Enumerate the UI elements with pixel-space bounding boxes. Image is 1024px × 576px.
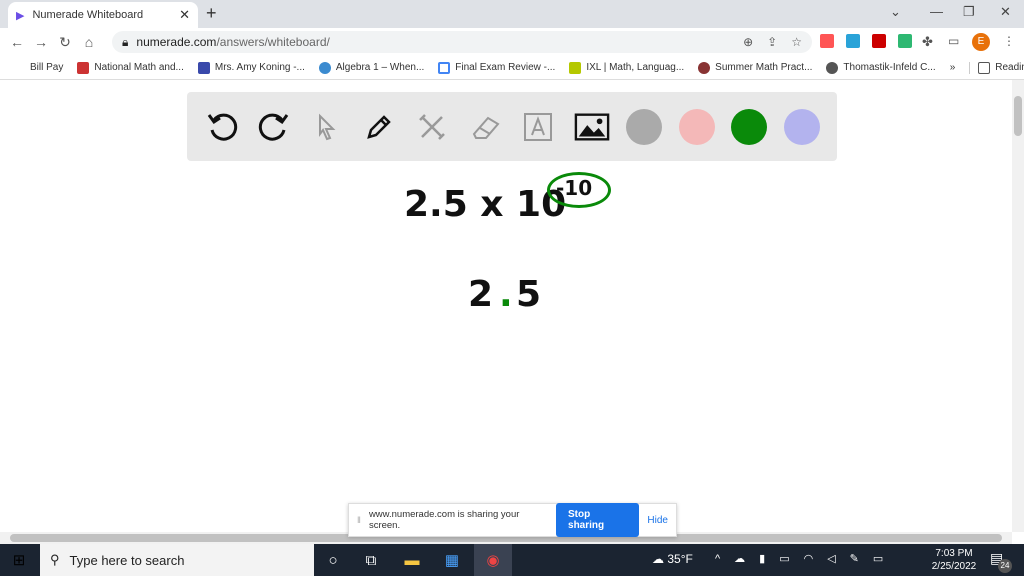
acrobat-extension-icon[interactable]	[872, 34, 886, 48]
url-host: numerade.com	[136, 35, 217, 49]
whiteboard-toolbar	[187, 92, 837, 161]
restore-button[interactable]: ❐	[963, 4, 975, 20]
wordpress-icon	[318, 61, 331, 74]
bookmark[interactable]: IXL | Math, Languag...	[569, 61, 685, 74]
taskbar-search[interactable]: ⚲ Type here to search	[40, 544, 314, 576]
bookmark[interactable]: Summer Math Pract...	[698, 61, 813, 74]
pen-icon[interactable]	[361, 109, 397, 145]
lock-icon: 🔒︎	[122, 34, 129, 49]
vertical-scroll-thumb[interactable]	[1014, 96, 1022, 136]
zoom-icon[interactable]: ⊕	[743, 35, 753, 49]
cortana-icon[interactable]: ○	[314, 544, 352, 576]
sharing-message: www.numerade.com is sharing your screen.	[368, 509, 520, 531]
forward-icon[interactable]: →	[29, 34, 53, 50]
color-swatch-pink[interactable]	[679, 109, 715, 145]
bookmark-favicon-icon	[438, 61, 451, 74]
handwritten-green-decimal: .	[499, 274, 513, 315]
screen-sharing-bar: ‖ www.numerade.com is sharing your scree…	[348, 503, 677, 537]
handwritten-exponent: -10	[556, 176, 593, 200]
bookmark-label: Mrs. Amy Koning -...	[214, 62, 305, 73]
bookmark-label: Summer Math Pract...	[715, 62, 813, 73]
bookmark[interactable]: Bill Pay	[30, 62, 63, 73]
file-explorer-icon[interactable]: ▬	[393, 544, 431, 576]
select-pointer-icon[interactable]	[308, 109, 344, 145]
color-swatch-lavender[interactable]	[784, 109, 820, 145]
reload-icon[interactable]: ↻	[53, 34, 77, 51]
bookmark-label: Final Exam Review -...	[455, 62, 556, 73]
windows-start-icon[interactable]: ⊞	[0, 544, 38, 576]
minimize-button[interactable]: —	[930, 4, 943, 19]
image-icon[interactable]	[574, 109, 610, 145]
weather-widget[interactable]: ☁ 35°F	[652, 552, 693, 566]
store-icon[interactable]: ▦	[433, 544, 471, 576]
extensions-puzzle-icon[interactable]: ✤	[922, 34, 936, 49]
ixl-icon	[569, 61, 582, 74]
bookmark-favicon-icon	[77, 61, 90, 74]
stop-sharing-button[interactable]: Stop sharing	[556, 503, 640, 537]
reading-list-label: Reading list	[995, 62, 1024, 73]
globe-icon	[826, 61, 839, 74]
bookmark-label: Algebra 1 – When...	[335, 62, 425, 73]
back-icon[interactable]: ←	[5, 34, 29, 50]
bookmark[interactable]: Algebra 1 – When...	[318, 61, 425, 74]
profile-avatar[interactable]: E	[972, 33, 990, 51]
notification-count-badge: 24	[998, 559, 1012, 573]
bookmark[interactable]: Final Exam Review -...	[438, 61, 556, 74]
drag-handle-icon[interactable]: ‖	[357, 515, 361, 526]
color-swatch-green[interactable]	[731, 109, 767, 145]
eraser-icon[interactable]	[468, 109, 504, 145]
redo-icon[interactable]	[256, 109, 292, 145]
date: 2/25/2022	[931, 561, 977, 572]
bookmark[interactable]: National Math and...	[77, 61, 184, 74]
bookmark-label: Bill Pay	[30, 62, 64, 73]
color-swatch-gray[interactable]	[626, 109, 662, 145]
handwritten-digit: 2	[468, 274, 494, 315]
bookmark-star-icon[interactable]: ☆	[791, 35, 802, 49]
reading-list-icon	[978, 61, 991, 74]
reading-list-button[interactable]: Reading list	[969, 61, 1024, 74]
search-icon: ⚲	[50, 552, 60, 567]
home-icon[interactable]: ⌂	[77, 34, 101, 50]
system-tray-icons[interactable]: ^☁▮▭◠◁✎▭	[715, 552, 897, 565]
handwritten-digit: 5	[516, 274, 542, 315]
handwritten-expression: 2.5 x 10	[404, 184, 567, 225]
search-placeholder: Type here to search	[69, 552, 185, 568]
chrome-icon[interactable]: ◉	[474, 544, 512, 576]
menu-icon[interactable]: ⋮	[1003, 34, 1015, 48]
undo-icon[interactable]	[204, 109, 240, 145]
bookmark[interactable]: Mrs. Amy Koning -...	[197, 61, 305, 74]
extension-icon[interactable]	[846, 34, 860, 48]
tab-title: Numerade Whiteboard	[32, 9, 144, 21]
new-tab-button[interactable]: +	[206, 3, 217, 24]
hide-button[interactable]: Hide	[647, 515, 668, 526]
numerade-favicon-icon: ▶	[16, 9, 25, 22]
task-view-icon[interactable]: ⧉	[352, 544, 390, 576]
tab-numerade-whiteboard[interactable]: ▶ Numerade Whiteboard ✕	[8, 2, 198, 28]
extension-icon[interactable]	[898, 34, 912, 48]
bookmarks-bar: Bill Pay National Math and... Mrs. Amy K…	[0, 56, 1024, 80]
address-bar[interactable]: 🔒︎ numerade.com/answers/whiteboard/ ⊕ ⇪ ☆	[112, 31, 812, 53]
bookmark[interactable]: Thomastik-Infeld C...	[826, 61, 936, 74]
cast-icon[interactable]: ▭	[948, 34, 962, 48]
text-tool-icon[interactable]	[520, 109, 556, 145]
bookmark-label: IXL | Math, Languag...	[586, 62, 685, 73]
bookmark-label: National Math and...	[94, 62, 184, 73]
extension-icon[interactable]	[820, 34, 834, 48]
url-path: /answers/whiteboard/	[216, 35, 330, 49]
close-window-button[interactable]: ✕	[1000, 4, 1011, 20]
clock[interactable]: 7:03 PM 2/25/2022	[926, 547, 982, 573]
close-tab-icon[interactable]: ✕	[179, 7, 190, 23]
vertical-scrollbar[interactable]	[1012, 80, 1024, 532]
bookmark-favicon-icon	[698, 61, 711, 74]
tab-search-icon[interactable]: ⌄	[890, 4, 901, 20]
share-icon[interactable]: ⇪	[767, 35, 777, 49]
bookmark-label: Thomastik-Infeld C...	[843, 62, 936, 73]
tools-icon[interactable]	[414, 109, 450, 145]
bookmark-favicon-icon	[197, 61, 210, 74]
weather-temp: 35°F	[667, 552, 693, 566]
time: 7:03 PM	[935, 548, 973, 559]
more-bookmarks-button[interactable]: »	[950, 62, 956, 73]
